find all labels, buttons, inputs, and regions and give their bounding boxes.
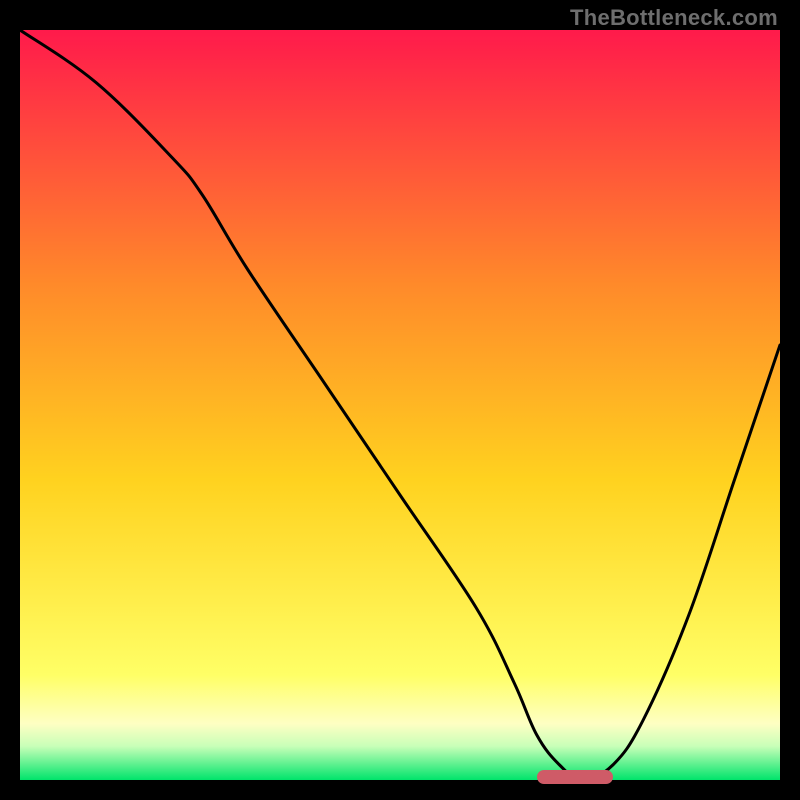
chart-frame bbox=[20, 30, 780, 780]
watermark-text: TheBottleneck.com bbox=[570, 5, 778, 31]
bottleneck-chart bbox=[20, 30, 780, 780]
optimal-range-marker bbox=[537, 770, 613, 784]
gradient-background bbox=[20, 30, 780, 780]
